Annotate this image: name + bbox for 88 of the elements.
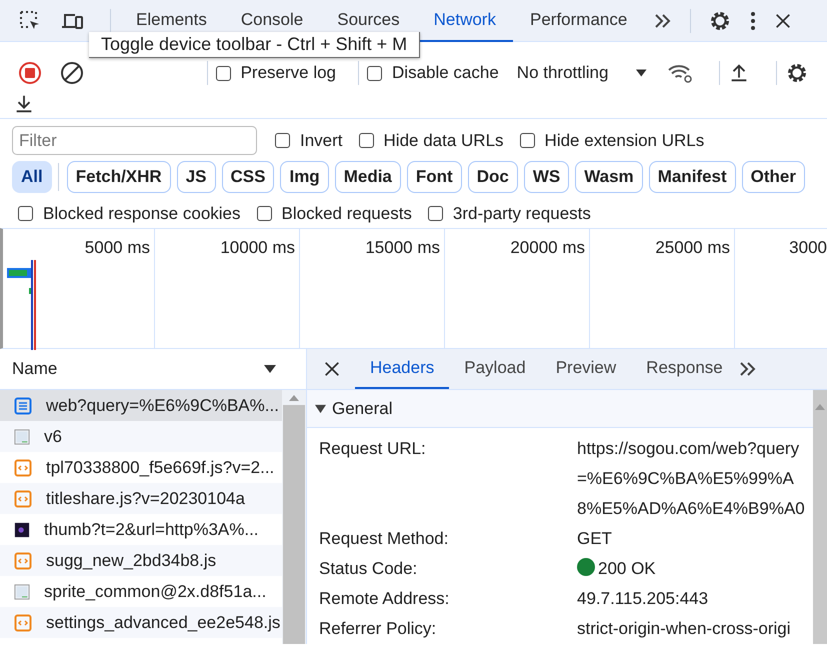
time-tick-label: 10000 ms [220,238,295,257]
request-name: sprite_common@2x.d8f51a... [44,582,266,602]
request-row[interactable]: settings_advanced_ee2e548.js [0,607,282,638]
checkbox-label: Hide extension URLs [544,130,704,150]
request-row[interactable]: sugg_new_2bd34b8.js [0,545,282,576]
header-name: Request URL: [319,438,427,460]
document-icon [14,396,32,414]
header-value: https://sogou.com/web?query=%E6%9C%BA%E5%99%A8%E5%AD%A6%E4%B9%A0 [577,438,805,520]
request-name: v6 [44,426,62,446]
request-name: thumb?t=2&url=http%3A%... [44,520,259,540]
request-row[interactable]: web?query=%E6%9C%BA%... [0,390,282,421]
checkbox-label: Blocked requests [282,204,412,224]
type-filter-chip[interactable]: CSS [222,161,274,193]
column-header[interactable]: Name [12,359,58,379]
checkbox-label: Preserve log [240,63,336,83]
type-filter-chip[interactable]: Img [280,161,329,193]
type-filter-chip[interactable]: Manifest [648,161,736,193]
request-row[interactable]: tpl70338800_f5e669f.js?v=2... [0,452,282,483]
type-filter-chip[interactable]: Doc [468,161,518,193]
throttling-select[interactable]: No throttling [512,63,612,83]
time-tick-label: 15000 ms [365,238,440,257]
type-filter-chip[interactable]: Font [406,161,462,193]
dropdown-icon[interactable] [636,69,647,77]
header-name: Referrer Policy: [319,618,438,640]
settings-icon[interactable] [785,61,809,85]
filter-field[interactable]: Filter [12,126,257,155]
checkbox[interactable] [256,206,272,221]
image-icon [14,582,30,600]
checkbox[interactable] [18,206,33,221]
checkbox-label: Hide data URLs [384,130,504,150]
checkbox-label: Blocked response cookies [43,204,241,224]
network-conditions-icon[interactable] [667,63,693,83]
scrollbar[interactable] [813,390,827,644]
time-tick-label: 20000 ms [510,238,585,257]
checkbox[interactable] [520,133,535,148]
panel-tab[interactable]: Performance [512,0,644,42]
sort-icon[interactable] [264,365,276,373]
time-tick-label: 5000 ms [84,238,150,257]
script-icon [14,614,32,632]
close-icon[interactable] [774,12,792,30]
header-value: strict-origin-when-cross-origi [577,618,790,640]
header-value: 200 OK [598,558,656,580]
checkbox-label: Disable cache [392,63,499,83]
checkbox[interactable] [367,66,382,80]
type-filter-chip[interactable]: Media [334,161,401,193]
checkbox[interactable] [358,133,374,148]
script-icon [14,552,32,570]
type-filter-chip[interactable]: Fetch/XHR [66,161,171,193]
section-title[interactable]: General [332,398,392,418]
request-name: settings_advanced_ee2e548.js [46,612,280,632]
header-name: Status Code: [319,558,418,580]
tooltip: Toggle device toolbar - Ctrl + Shift + M [89,32,420,58]
script-icon [14,458,32,476]
type-filter-chip[interactable]: Other [742,161,805,193]
clear-icon[interactable] [60,61,84,85]
request-name: web?query=%E6%9C%BA%... [46,396,279,416]
type-filter-chip[interactable]: All [12,161,52,193]
checkbox[interactable] [428,206,443,221]
request-name: tpl70338800_f5e669f.js?v=2... [46,458,274,478]
header-name: Request Method: [319,528,450,550]
type-filter-chip[interactable]: WS [524,161,570,193]
request-row[interactable]: thumb?t=2&url=http%3A%... [0,514,282,545]
request-row[interactable]: sprite_common@2x.d8f51a... [0,576,282,607]
time-tick-label: 3000 [789,238,827,257]
checkbox[interactable] [275,133,290,148]
time-tick-label: 25000 ms [655,238,730,257]
details-tab[interactable]: Payload [449,349,541,389]
more-options-icon[interactable] [750,10,756,30]
script-icon [14,490,32,508]
details-tab[interactable]: Response [631,349,738,389]
expand-icon[interactable] [315,403,326,414]
header-value: GET [577,528,612,550]
checkbox[interactable] [216,66,231,80]
request-row[interactable]: v6 [0,421,282,452]
request-name: sugg_new_2bd34b8.js [46,550,216,570]
checkbox-label: 3rd-party requests [452,204,591,224]
stop-recording-icon[interactable] [18,61,42,85]
checkbox-label: Invert [300,130,343,150]
request-name: titleshare.js?v=20230104a [46,488,245,508]
thumbnail-icon [14,520,30,538]
request-row[interactable]: titleshare.js?v=20230104a [0,483,282,514]
details-tab[interactable]: Preview [540,349,632,389]
image-icon [14,428,30,446]
type-filter-chip[interactable]: Wasm [575,161,643,193]
header-value: 49.7.115.205:443 [577,588,708,610]
close-icon[interactable] [323,360,341,378]
type-filter-chip[interactable]: JS [176,161,216,193]
header-name: Remote Address: [319,588,450,610]
